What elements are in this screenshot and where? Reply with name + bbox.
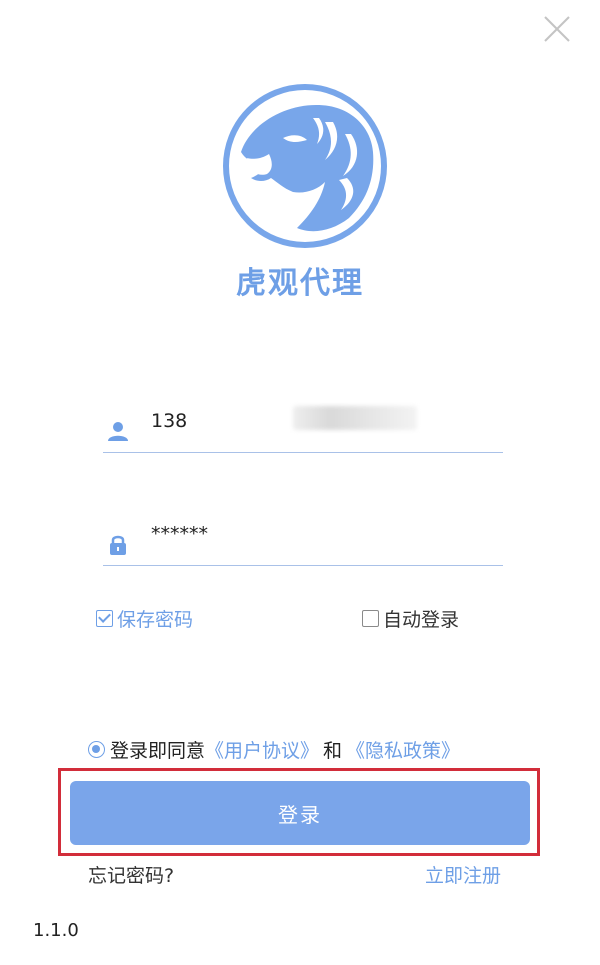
login-window: 虎观代理 保存密码 自动登录 登录即同意 《用户协议》 和 《隐私政策》 [0,0,600,965]
save-password-label[interactable]: 保存密码 [117,605,193,632]
register-link[interactable]: 立即注册 [425,861,501,888]
agree-prefix-text: 登录即同意 [110,739,206,762]
forgot-password-link[interactable]: 忘记密码? [88,861,174,888]
username-field[interactable] [103,402,503,453]
privacy-policy-link[interactable]: 《隐私政策》 [346,736,460,763]
save-password-checkbox[interactable]: 保存密码 [96,604,193,632]
username-masked-region [293,406,417,430]
login-button[interactable]: 登录 [70,781,530,845]
auto-login-checkbox[interactable]: 自动登录 [362,604,459,632]
tiger-logo-icon [223,84,387,248]
user-icon [108,422,128,441]
version-label: 1.1.0 [33,920,79,941]
app-title: 虎观代理 [236,266,364,301]
agreement-row: 登录即同意 《用户协议》 和 《隐私政策》 [88,735,460,763]
agree-and-text: 和 [323,739,343,762]
lock-icon [110,535,126,555]
close-button[interactable] [540,12,574,46]
agree-radio[interactable] [88,740,105,758]
password-input[interactable] [151,517,491,551]
password-field[interactable] [103,515,503,566]
save-password-check-box[interactable] [96,609,113,627]
close-icon [544,16,570,42]
user-agreement-link[interactable]: 《用户协议》 [205,736,319,763]
auto-login-check-box[interactable] [362,609,379,627]
auto-login-label[interactable]: 自动登录 [383,605,459,632]
